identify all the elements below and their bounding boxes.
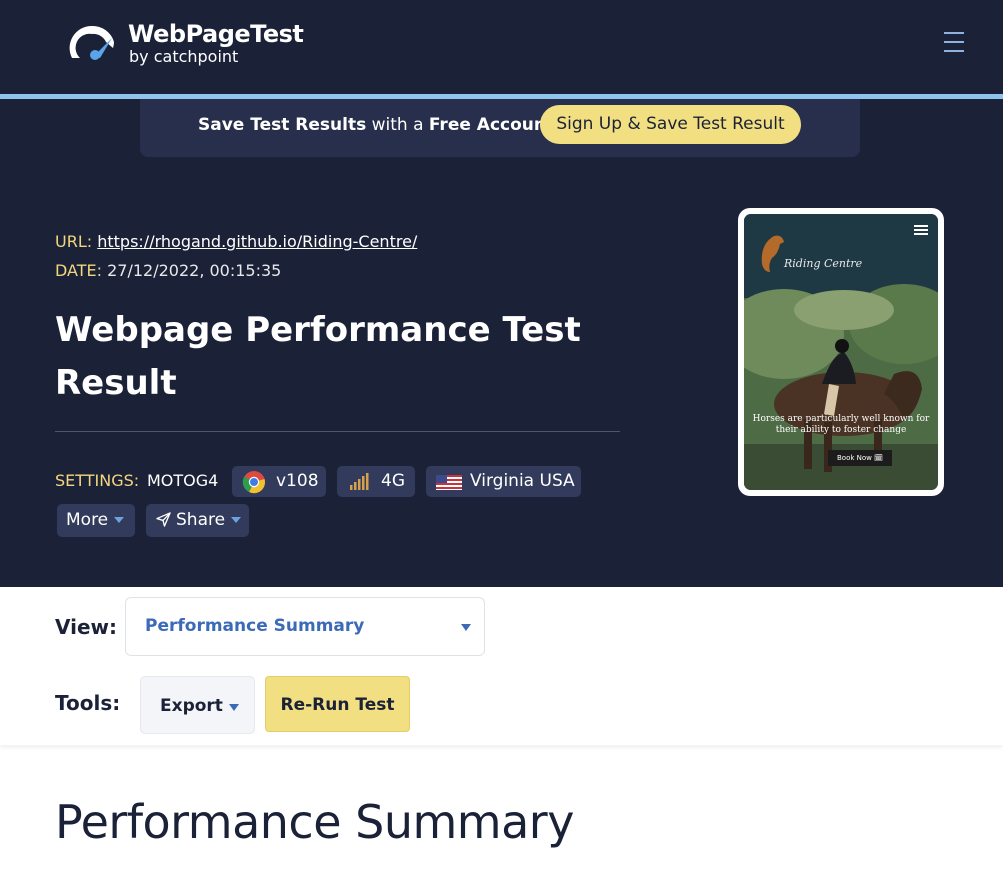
test-url-link[interactable]: https://rhogand.github.io/Riding-Centre/	[97, 232, 417, 251]
hamburger-menu-icon[interactable]	[940, 32, 968, 56]
browser-version: v108	[276, 471, 319, 491]
banner-text: Save Test Results with a Free Account	[198, 115, 554, 135]
date-label: DATE:	[55, 261, 103, 280]
location-name: Virginia USA	[470, 471, 575, 491]
site-header: WebPageTest by catchpoint	[0, 0, 1003, 94]
settings-label: SETTINGS:	[55, 471, 140, 490]
chevron-down-icon	[231, 517, 242, 523]
results-toolbar: View: Performance Summary Tools: Export …	[0, 587, 1003, 745]
chevron-down-icon	[461, 624, 471, 631]
more-dropdown-button[interactable]: More	[57, 504, 135, 537]
save-results-banner: Save Test Results with a Free Account Si…	[140, 99, 860, 157]
location-chip: Virginia USA	[426, 466, 581, 497]
thumbnail-scene	[744, 214, 938, 490]
us-flag-icon	[436, 475, 462, 490]
thumbnail-image: Riding Centre Horses are particularly we…	[744, 214, 938, 490]
result-hero: Save Test Results with a Free Account Si…	[0, 99, 1003, 587]
tools-label: Tools:	[55, 691, 121, 715]
page-screenshot-thumbnail[interactable]: Riding Centre Horses are particularly we…	[738, 208, 944, 496]
thumbnail-caption: Horses are particularly well known for t…	[752, 414, 930, 435]
test-date: 27/12/2022, 00:15:35	[107, 261, 282, 280]
export-dropdown-button[interactable]: Export	[140, 676, 255, 734]
chevron-down-icon	[229, 704, 239, 711]
chevron-down-icon	[114, 517, 125, 523]
export-label: Export	[160, 696, 223, 716]
view-label: View:	[55, 615, 118, 639]
test-url-row: URL: https://rhogand.github.io/Riding-Ce…	[55, 232, 417, 251]
network-type: 4G	[381, 471, 405, 491]
gauge-icon	[69, 25, 114, 60]
signal-bars-icon	[350, 473, 369, 490]
webpagetest-logo[interactable]: WebPageTest by catchpoint	[66, 20, 306, 70]
thumbnail-book-button: Book Now 🗓	[828, 450, 892, 466]
divider	[55, 431, 620, 432]
view-select-value: Performance Summary	[145, 616, 365, 636]
logo-subtitle: by catchpoint	[129, 47, 239, 66]
logo-title: WebPageTest	[128, 20, 304, 48]
network-chip: 4G	[337, 466, 415, 497]
share-dropdown-button[interactable]: Share	[146, 504, 249, 537]
page-title: Webpage Performance Test Result	[55, 310, 581, 403]
browser-chip: v108	[232, 466, 326, 497]
paper-plane-icon	[156, 512, 171, 527]
more-label: More	[66, 510, 109, 530]
section-title: Performance Summary	[55, 795, 574, 849]
share-label: Share	[176, 510, 226, 530]
url-label: URL:	[55, 232, 93, 251]
thumbnail-brand: Riding Centre	[784, 257, 863, 270]
signup-save-button[interactable]: Sign Up & Save Test Result	[540, 105, 801, 144]
view-select[interactable]: Performance Summary	[125, 597, 485, 656]
banner-text-bold-2: Free Account	[428, 115, 555, 135]
test-date-row: DATE: 27/12/2022, 00:15:35	[55, 261, 281, 280]
rerun-test-button[interactable]: Re-Run Test	[265, 676, 410, 732]
banner-text-bold-1: Save Test Results	[198, 115, 367, 135]
device-name: MOTOG4	[147, 471, 219, 490]
chrome-icon	[242, 471, 265, 494]
banner-text-mid: with a	[366, 115, 429, 135]
